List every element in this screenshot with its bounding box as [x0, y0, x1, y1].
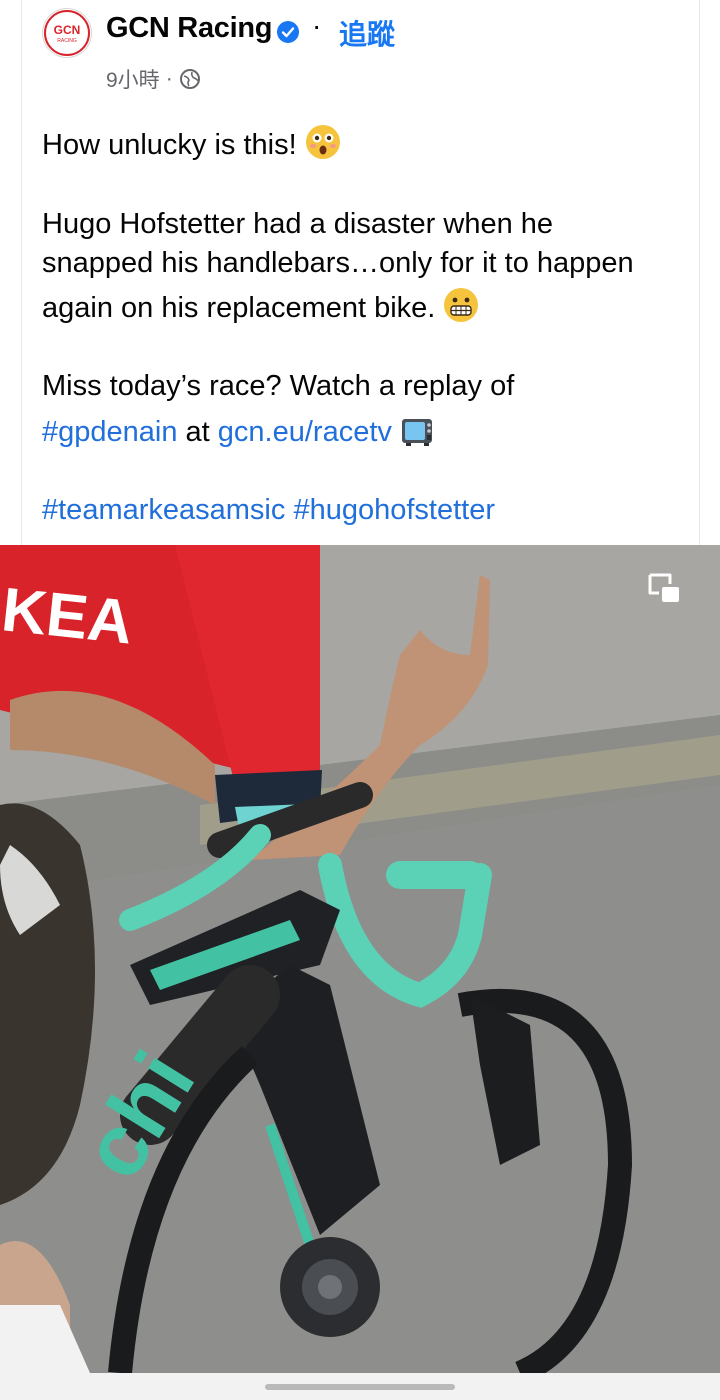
- television-icon: [401, 419, 432, 446]
- verified-badge-icon: [277, 21, 299, 43]
- facebook-post-screen: GCN RACING GCN Racing · 追蹤 9小時 · How unl…: [0, 0, 720, 1400]
- video-frame-image: KEA chi: [0, 545, 720, 1373]
- hashtag-gpdenain-link[interactable]: #gpdenain: [42, 416, 177, 448]
- post-text-line5: Miss today’s race? Watch a replay of: [42, 370, 515, 402]
- post-video[interactable]: KEA chi: [0, 545, 720, 1373]
- racetv-link[interactable]: gcn.eu/racetv: [218, 416, 392, 448]
- post-text-line: #teamarkeasamsic #hugohofstetter: [42, 490, 495, 530]
- astonished-face-icon: [305, 125, 340, 159]
- post-time[interactable]: 9小時: [106, 64, 160, 94]
- post-text-line4: again on his replacement bike.: [42, 292, 436, 324]
- picture-in-picture-icon[interactable]: [646, 571, 682, 605]
- system-navigation-bar: [0, 1373, 720, 1400]
- hashtag-team-link[interactable]: #teamarkeasamsic: [42, 494, 285, 526]
- grimacing-face-icon: [444, 288, 479, 322]
- globe-icon: [179, 69, 200, 89]
- post-text-line3: snapped his handlebars…only for it to ha…: [42, 247, 634, 279]
- post-text-line: #gpdenain at gcn.eu/racetv: [42, 412, 438, 452]
- home-indicator[interactable]: [265, 1384, 455, 1390]
- post-text-line2: Hugo Hofstetter had a disaster when he: [42, 208, 554, 240]
- jersey-text: KEA: [0, 575, 136, 657]
- logo-subtext: RACING: [57, 38, 77, 44]
- post-text-line: again on his replacement bike.: [42, 287, 479, 328]
- header-separator: ·: [312, 10, 322, 41]
- page-avatar[interactable]: GCN RACING: [42, 8, 92, 58]
- post-text-line1: How unlucky is this!: [42, 129, 297, 161]
- gcn-logo-icon: GCN RACING: [44, 10, 90, 56]
- post-meta: 9小時 ·: [106, 64, 201, 94]
- hashtag-rider-link[interactable]: #hugohofstetter: [293, 494, 495, 526]
- at-word: at: [185, 416, 210, 448]
- meta-separator: ·: [165, 67, 173, 90]
- author-name[interactable]: GCN Racing: [106, 12, 272, 45]
- logo-text: GCN: [54, 23, 81, 37]
- post-text-line: How unlucky is this!: [42, 124, 341, 165]
- follow-button[interactable]: 追蹤: [339, 13, 395, 53]
